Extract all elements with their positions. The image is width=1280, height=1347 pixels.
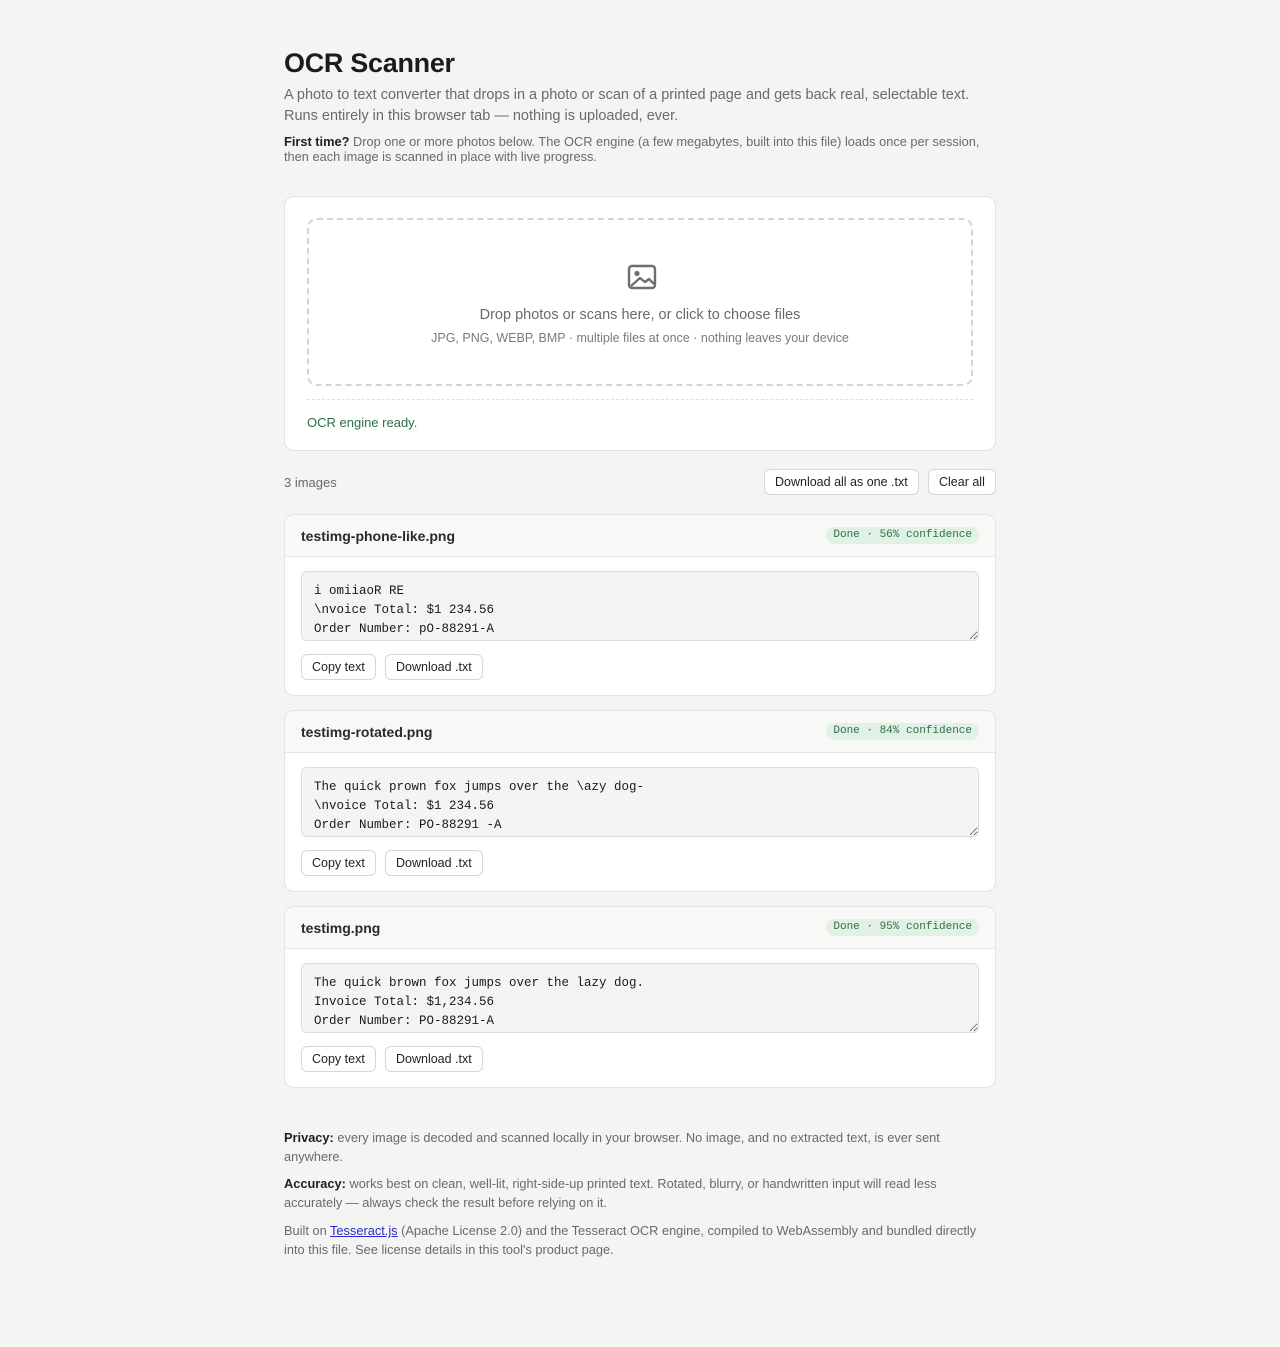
tesseract-link[interactable]: Tesseract.js [330, 1223, 398, 1238]
status-badge: Done · 56% confidence [826, 527, 979, 544]
page-title: OCR Scanner [284, 48, 455, 78]
engine-status: OCR engine ready. [307, 415, 418, 430]
download-txt-button[interactable]: Download .txt [385, 1046, 483, 1072]
upload-panel: Drop photos or scans here, or click to c… [284, 196, 996, 451]
result-header: testimg-rotated.png Done · 84% confidenc… [285, 711, 995, 753]
result-filename: testimg-rotated.png [301, 724, 433, 740]
privacy-note: Privacy: every image is decoded and scan… [284, 1128, 996, 1166]
accuracy-label: Accuracy: [284, 1176, 346, 1191]
result-card: testimg-rotated.png Done · 84% confidenc… [284, 710, 996, 892]
download-all-button[interactable]: Download all as one .txt [764, 469, 919, 495]
copy-text-button[interactable]: Copy text [301, 850, 376, 876]
clear-all-button[interactable]: Clear all [928, 469, 996, 495]
first-time-text: Drop one or more photos below. The OCR e… [284, 134, 980, 164]
result-text[interactable]: The quick prown fox jumps over the \azy … [301, 767, 979, 837]
privacy-label: Privacy: [284, 1130, 334, 1145]
result-header: testimg.png Done · 95% confidence [285, 907, 995, 949]
image-icon [627, 264, 657, 290]
image-count: 3 images [284, 475, 337, 490]
dropzone-title: Drop photos or scans here, or click to c… [479, 307, 801, 323]
first-time-hint: First time? Drop one or more photos belo… [284, 134, 996, 164]
result-filename: testimg.png [301, 920, 381, 936]
result-text[interactable]: i omiiaoR RE \nvoice Total: $1 234.56 Or… [301, 571, 979, 641]
copy-text-button[interactable]: Copy text [301, 1046, 376, 1072]
dropzone[interactable]: Drop photos or scans here, or click to c… [307, 218, 973, 386]
result-text[interactable]: The quick brown fox jumps over the lazy … [301, 963, 979, 1033]
result-filename: testimg-phone-like.png [301, 528, 455, 544]
status-badge: Done · 84% confidence [826, 723, 979, 740]
accuracy-text: works best on clean, well-lit, right-sid… [284, 1176, 937, 1210]
result-card: testimg.png Done · 95% confidence The qu… [284, 906, 996, 1088]
privacy-text: every image is decoded and scanned local… [284, 1130, 940, 1164]
download-txt-button[interactable]: Download .txt [385, 654, 483, 680]
first-time-label: First time? [284, 134, 350, 149]
result-header: testimg-phone-like.png Done · 56% confid… [285, 515, 995, 557]
credits-prefix: Built on [284, 1223, 331, 1238]
copy-text-button[interactable]: Copy text [301, 654, 376, 680]
accuracy-note: Accuracy: works best on clean, well-lit,… [284, 1174, 996, 1212]
download-txt-button[interactable]: Download .txt [385, 850, 483, 876]
result-card: testimg-phone-like.png Done · 56% confid… [284, 514, 996, 696]
dropzone-subtitle: JPG, PNG, WEBP, BMP · multiple files at … [431, 331, 849, 345]
credits-note: Built on Tesseract.js (Apache License 2.… [284, 1221, 996, 1259]
status-badge: Done · 95% confidence [826, 919, 979, 936]
page-description: A photo to text converter that drops in … [284, 87, 970, 124]
divider [307, 399, 973, 400]
